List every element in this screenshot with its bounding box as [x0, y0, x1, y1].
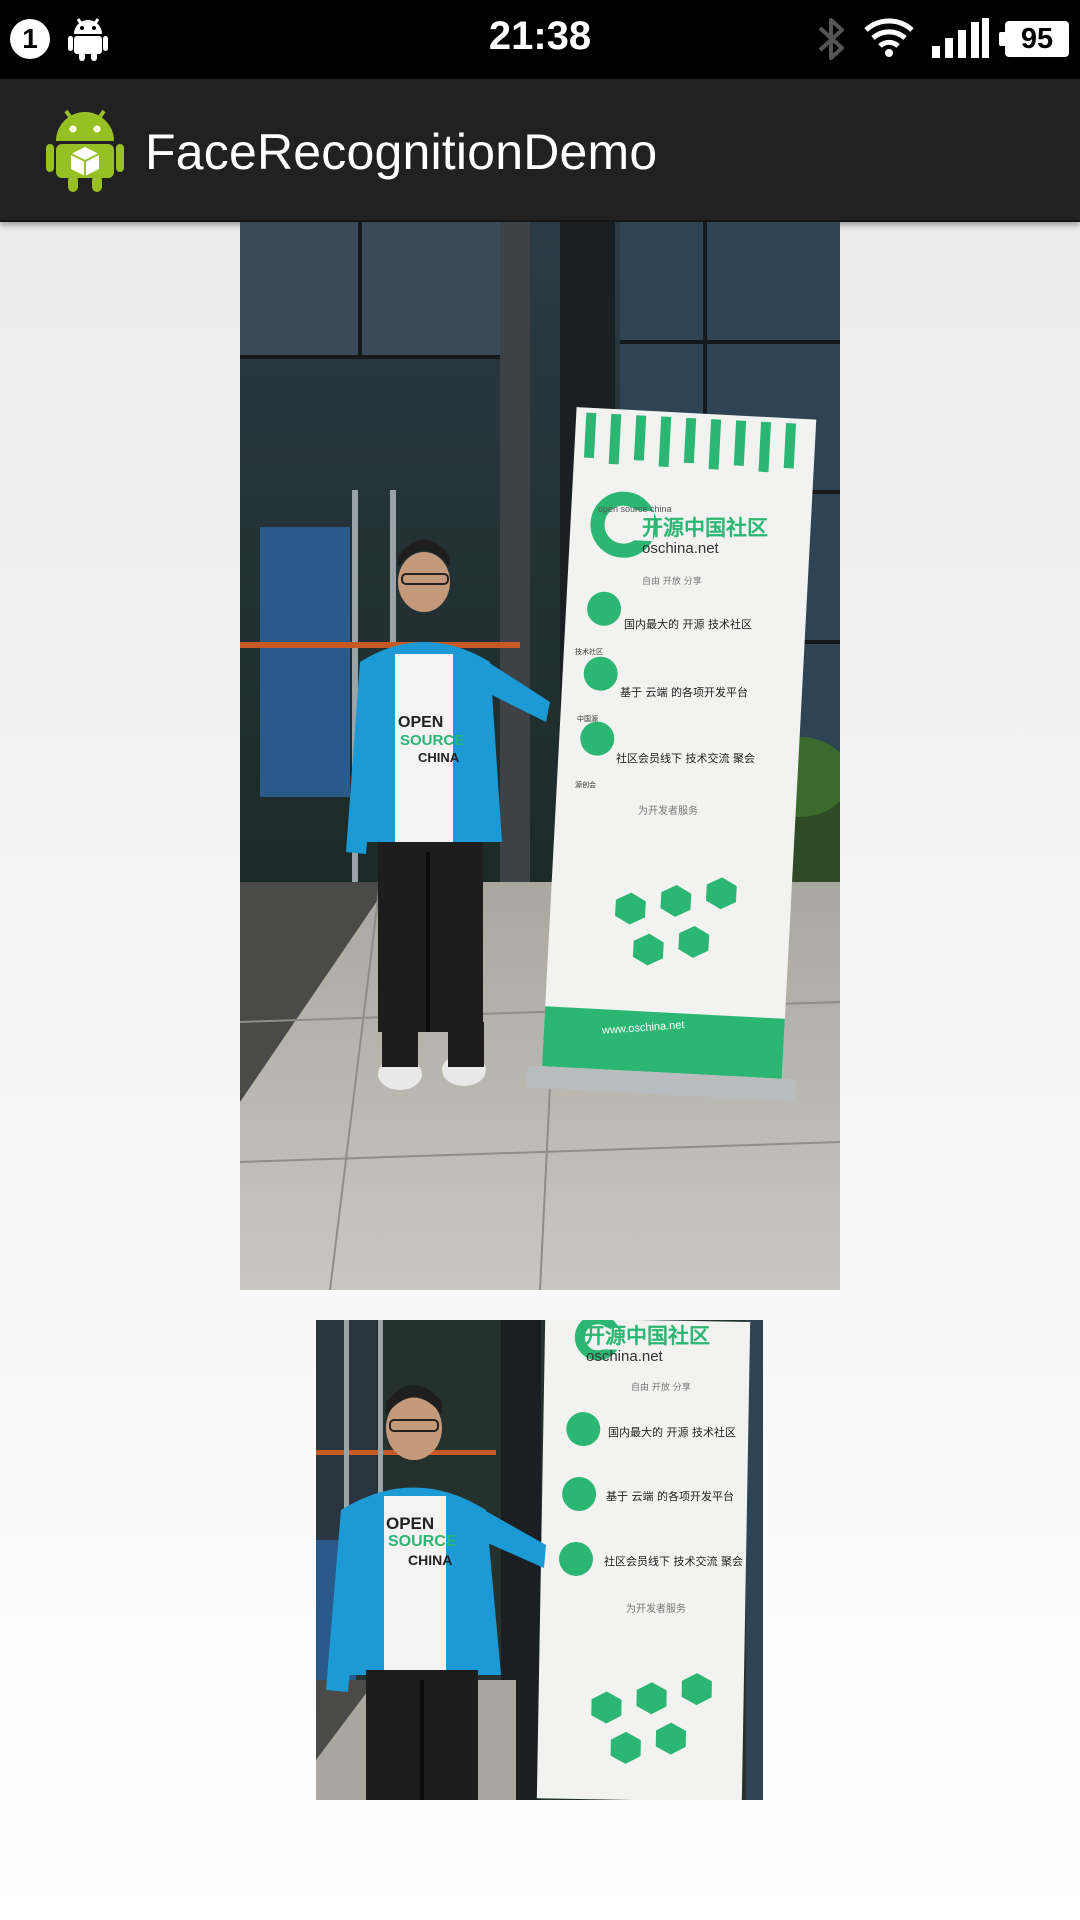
status-bar: 1 21:38 95: [0, 0, 1080, 79]
banner-row-3: 社区会员线下 技术交流 聚会: [616, 752, 755, 765]
banner-section-title: 为开发者服务: [638, 806, 698, 817]
shirt-text-2: SOURCE: [400, 732, 465, 749]
shirt-text-1: OPEN: [398, 714, 444, 731]
face-shirt-text-2: SOURCE: [388, 1533, 457, 1550]
banner-row-2-tag: 中国源: [577, 715, 598, 723]
shirt-text-3: CHINA: [418, 750, 460, 765]
face-banner-row-3: 社区会员线下 技术交流 聚会: [604, 1555, 743, 1568]
bluetooth-icon: [818, 18, 844, 60]
face-banner-row-1: 国内最大的 开源 技术社区: [608, 1426, 736, 1439]
face-banner-brand-url: oschina.net: [586, 1348, 663, 1365]
status-clock: 21:38: [488, 14, 592, 58]
original-photo: open source china 开源中国社区 oschina.net 自由 …: [240, 222, 840, 1290]
face-shirt-text-3: CHINA: [408, 1552, 453, 1568]
banner-brand-cn: 开源中国社区: [642, 516, 768, 540]
banner-tagline: 自由 开放 分享: [642, 577, 702, 587]
battery-icon: 95: [999, 21, 1069, 57]
banner-row-3-tag: 源创会: [575, 781, 596, 789]
face-crop-photo: 开源中国社区 oschina.net 自由 开放 分享 国内最大的 开源 技术社…: [316, 1320, 763, 1800]
face-banner-tagline: 自由 开放 分享: [631, 1383, 691, 1393]
face-banner-brand-cn: 开源中国社区: [584, 1324, 710, 1348]
cell-signal-icon: [932, 18, 989, 58]
face-banner-section-title: 为开发者服务: [626, 1604, 686, 1615]
android-app-icon: [46, 109, 124, 192]
face-banner-row-2: 基于 云端 的各项开发平台: [606, 1490, 734, 1503]
banner-row-1: 国内最大的 开源 技术社区: [624, 618, 752, 631]
banner-row-1-tag: 技术社区: [575, 648, 603, 656]
banner-brand-url: oschina.net: [642, 540, 719, 557]
wifi-icon: [864, 18, 914, 57]
banner-row-2: 基于 云端 的各项开发平台: [620, 686, 748, 699]
action-bar: FaceRecognitionDemo: [0, 79, 1080, 222]
app-title: FaceRecognitionDemo: [145, 124, 658, 180]
face-shirt-text-1: OPEN: [386, 1514, 435, 1533]
